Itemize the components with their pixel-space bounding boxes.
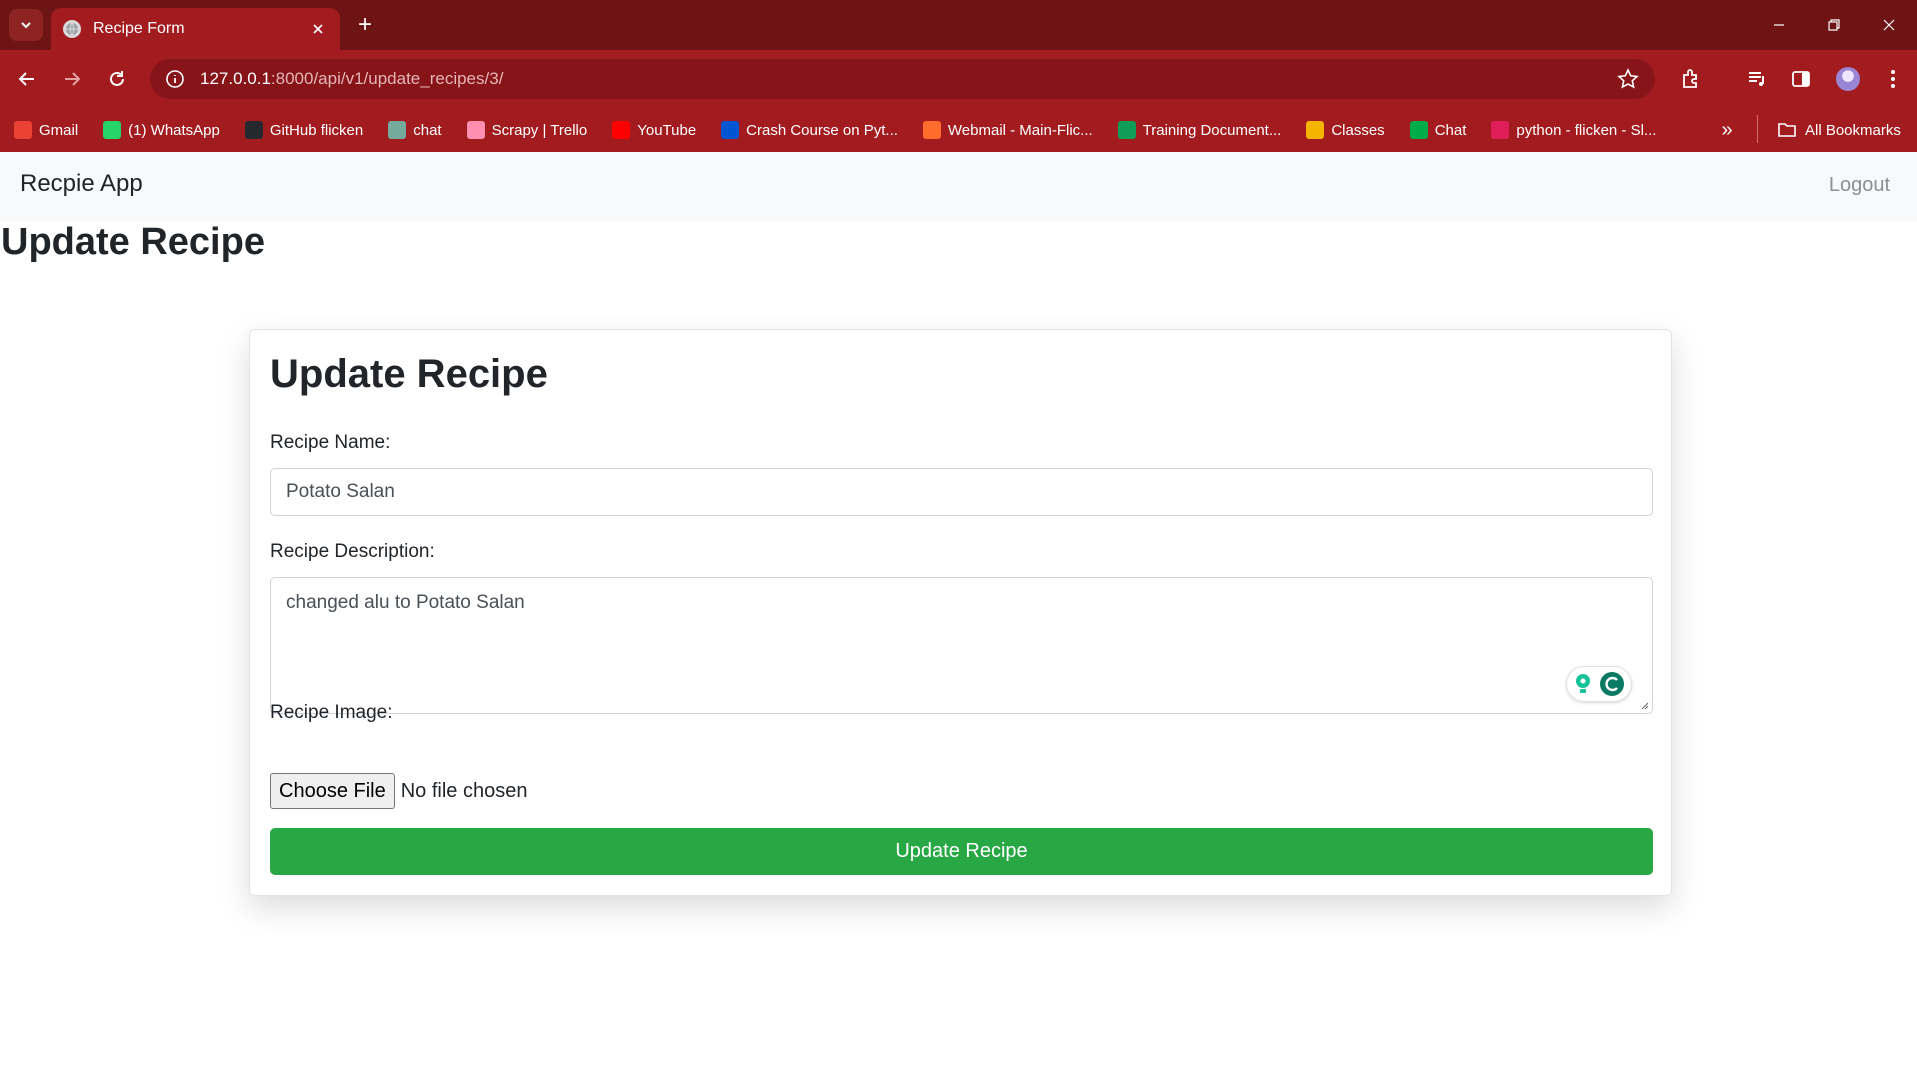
bookmark-item[interactable]: Classes [1306, 121, 1385, 139]
update-recipe-button[interactable]: Update Recipe [270, 828, 1653, 875]
bookmark-label: python - flicken - Sl... [1516, 121, 1657, 139]
trello-icon [466, 121, 485, 139]
reload-icon [110, 71, 124, 86]
whatsapp-icon [103, 121, 122, 139]
coursera-icon [721, 121, 740, 139]
lightbulb-icon [1576, 674, 1590, 693]
minimize-icon [1774, 24, 1784, 26]
new-tab-button[interactable]: + [352, 11, 378, 38]
sheets-icon [1117, 121, 1136, 139]
recipe-description-label: Recipe Description: [270, 541, 435, 562]
tab-title: Recipe Form [93, 20, 185, 37]
bookmark-label: Crash Course on Pyt... [746, 121, 898, 139]
media-controls-icon[interactable] [1743, 65, 1771, 93]
chatgpt-icon [388, 121, 407, 139]
grammarly-icon [1600, 672, 1624, 696]
side-panel-icon[interactable] [1787, 65, 1815, 93]
profile-avatar[interactable] [1836, 67, 1860, 91]
recipe-name-label: Recipe Name: [270, 432, 391, 453]
tab-strip: Recipe Form + [0, 0, 1917, 50]
youtube-icon [612, 121, 631, 139]
globe-icon [63, 20, 81, 38]
bookmark-label: Scrapy | Trello [491, 121, 588, 139]
close-window-button[interactable] [1861, 0, 1917, 50]
more-bookmarks-button[interactable]: » [1716, 116, 1738, 144]
gmail-icon [14, 121, 32, 139]
extensions-icon[interactable] [1677, 65, 1705, 93]
arrow-left-icon [18, 72, 34, 86]
resize-handle-icon[interactable] [1639, 700, 1649, 710]
recipe-description-value: changed alu to Potato Salan [286, 592, 525, 613]
app-brand[interactable]: Recpie App [20, 170, 143, 198]
file-status: No file chosen [400, 779, 528, 802]
recipe-name-value: Potato Salan [286, 481, 395, 502]
bookmark-label: GitHub flicken [269, 121, 364, 139]
back-button[interactable] [10, 62, 44, 96]
recipe-image-label: Recipe Image: [270, 702, 393, 723]
bookmark-label: Training Document... [1142, 121, 1282, 139]
cpanel-icon [922, 121, 941, 139]
active-tab[interactable]: Recipe Form [51, 8, 340, 50]
bookmark-item[interactable]: YouTube [612, 121, 696, 139]
url-host: 127.0.0.1 [200, 69, 271, 88]
bookmark-item[interactable]: (1) WhatsApp [103, 121, 220, 139]
forward-button[interactable] [55, 62, 89, 96]
site-info-icon[interactable] [164, 68, 186, 90]
restore-icon [1828, 19, 1840, 31]
slack-icon [1491, 121, 1510, 139]
menu-dots-icon[interactable] [1879, 65, 1907, 93]
browser-toolbar: 127.0.0.1:8000/api/v1/update_recipes/3/ [0, 50, 1917, 108]
recipe-description-textarea[interactable]: changed alu to Potato Salan [270, 577, 1653, 714]
minimize-button[interactable] [1751, 0, 1807, 50]
bookmark-label: Gmail [39, 121, 79, 139]
bookmark-item[interactable]: chat [388, 121, 442, 139]
bookmark-item[interactable]: Crash Course on Pyt... [721, 121, 898, 139]
bookmarks-divider [1757, 115, 1758, 143]
all-bookmarks-label: All Bookmarks [1805, 121, 1901, 139]
grammarly-widget[interactable] [1566, 666, 1632, 702]
close-icon [1883, 19, 1895, 31]
github-icon [244, 121, 263, 139]
google-chat-icon [1409, 121, 1428, 139]
bookmark-item[interactable]: Scrapy | Trello [466, 121, 588, 139]
bookmark-item[interactable]: Training Document... [1117, 121, 1282, 139]
bookmark-item[interactable]: Webmail - Main-Flic... [922, 121, 1093, 139]
tab-search-button[interactable] [9, 9, 43, 41]
logout-link[interactable]: Logout [1829, 174, 1890, 197]
bookmark-star-icon[interactable] [1617, 68, 1639, 90]
all-bookmarks-button[interactable]: All Bookmarks [1777, 116, 1901, 144]
recipe-name-input[interactable]: Potato Salan [270, 468, 1653, 516]
close-tab-icon[interactable] [308, 19, 328, 39]
bookmark-item[interactable]: python - flicken - Sl... [1491, 121, 1656, 139]
bookmark-label: Chat [1434, 121, 1467, 139]
app-navbar: Recpie App Logout [0, 152, 1917, 221]
url-path: :8000/api/v1/update_recipes/3/ [270, 69, 504, 88]
bookmarks-bar: Gmail (1) WhatsApp GitHub flicken chat Scrap… [0, 108, 1917, 152]
address-bar[interactable]: 127.0.0.1:8000/api/v1/update_recipes/3/ [150, 59, 1655, 99]
file-input: Choose File No file chosen [270, 773, 527, 809]
classroom-icon [1306, 121, 1325, 139]
chevron-down-icon [21, 22, 31, 29]
bookmark-label: Classes [1331, 121, 1385, 139]
bookmark-item[interactable]: Chat [1409, 121, 1467, 139]
bookmark-label: YouTube [637, 121, 697, 139]
reload-button[interactable] [100, 62, 134, 96]
bookmark-label: chat [413, 121, 442, 139]
folder-icon [1778, 123, 1796, 137]
form-title: Update Recipe [270, 352, 548, 396]
arrow-right-icon [65, 72, 81, 86]
bookmark-label: (1) WhatsApp [128, 121, 220, 139]
restore-button[interactable] [1806, 0, 1862, 50]
page-title: Update Recipe [1, 221, 265, 263]
update-recipe-card: Update Recipe Recipe Name: Potato Salan … [249, 329, 1672, 896]
bookmark-label: Webmail - Main-Flic... [947, 121, 1093, 139]
bookmark-item[interactable]: Gmail [14, 121, 78, 139]
bookmark-item[interactable]: GitHub flicken [244, 121, 364, 139]
choose-file-button[interactable]: Choose File [270, 773, 395, 809]
